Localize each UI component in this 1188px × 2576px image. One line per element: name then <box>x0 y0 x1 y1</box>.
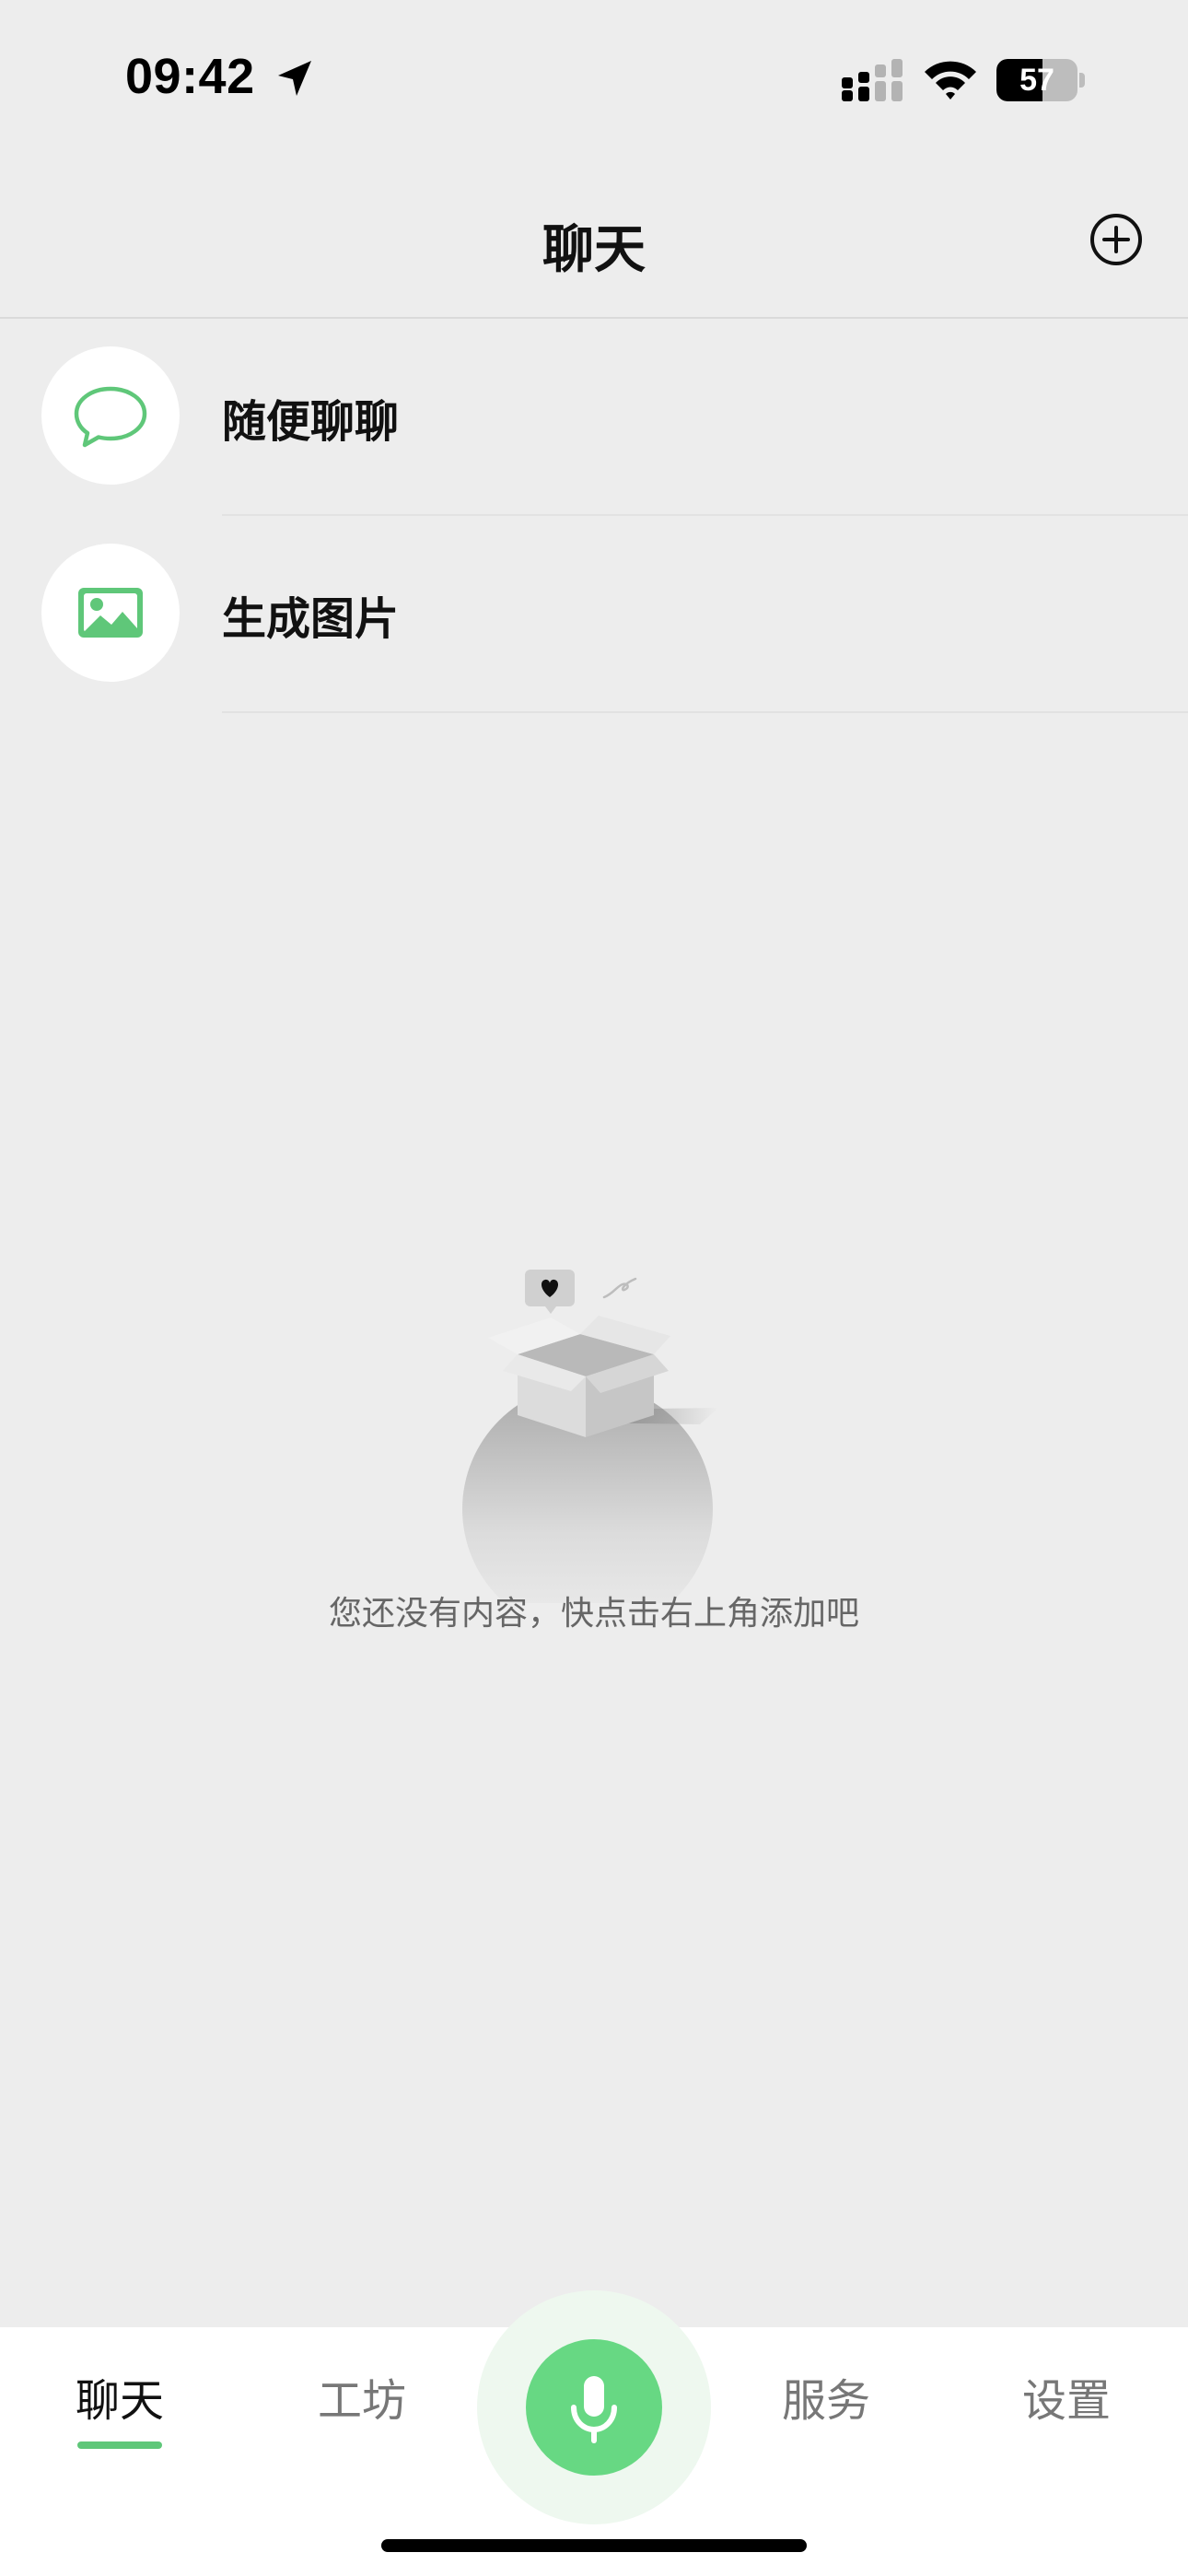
home-indicator <box>381 2539 807 2552</box>
page-title: 聊天 <box>542 220 646 280</box>
list-item-label: 随便聊聊 <box>222 396 400 448</box>
active-tab-indicator <box>77 2441 162 2449</box>
tab-services[interactable]: 服务 <box>734 2364 918 2429</box>
list-item-label: 生成图片 <box>222 593 400 645</box>
battery-percent: 57 <box>1019 63 1054 98</box>
list-item-casual-chat[interactable]: 随便聊聊 <box>0 319 1188 516</box>
chat-list: 随便聊聊 生成图片 <box>0 319 1188 713</box>
image-icon <box>78 588 143 638</box>
plus-circle-icon[interactable] <box>1089 212 1144 267</box>
tab-chat[interactable]: 聊天 <box>28 2364 212 2429</box>
open-box-illustration <box>462 1270 718 1603</box>
avatar <box>41 544 180 682</box>
tab-workshop[interactable]: 工坊 <box>270 2364 454 2429</box>
nav-bar: 聊天 <box>0 166 1188 319</box>
avatar <box>41 346 180 485</box>
microphone-button[interactable] <box>526 2339 662 2476</box>
microphone-icon <box>571 2376 617 2443</box>
status-bar: 09:42 57 <box>0 0 1188 157</box>
divider <box>222 711 1188 713</box>
status-time: 09:42 <box>125 49 255 104</box>
cellular-signal-icon <box>842 59 903 101</box>
battery-icon: 57 <box>996 59 1085 101</box>
list-item-generate-image[interactable]: 生成图片 <box>0 516 1188 713</box>
empty-state-message: 您还没有内容，快点击右上角添加吧 <box>328 1595 859 1633</box>
tab-settings[interactable]: 设置 <box>974 2364 1159 2429</box>
battery-body: 57 <box>996 59 1077 101</box>
wifi-icon <box>925 61 976 100</box>
location-arrow-icon <box>278 61 311 96</box>
battery-cap <box>1079 73 1085 88</box>
speech-bubble-icon <box>74 386 147 448</box>
empty-state: 您还没有内容，快点击右上角添加吧 <box>0 1253 1188 1640</box>
